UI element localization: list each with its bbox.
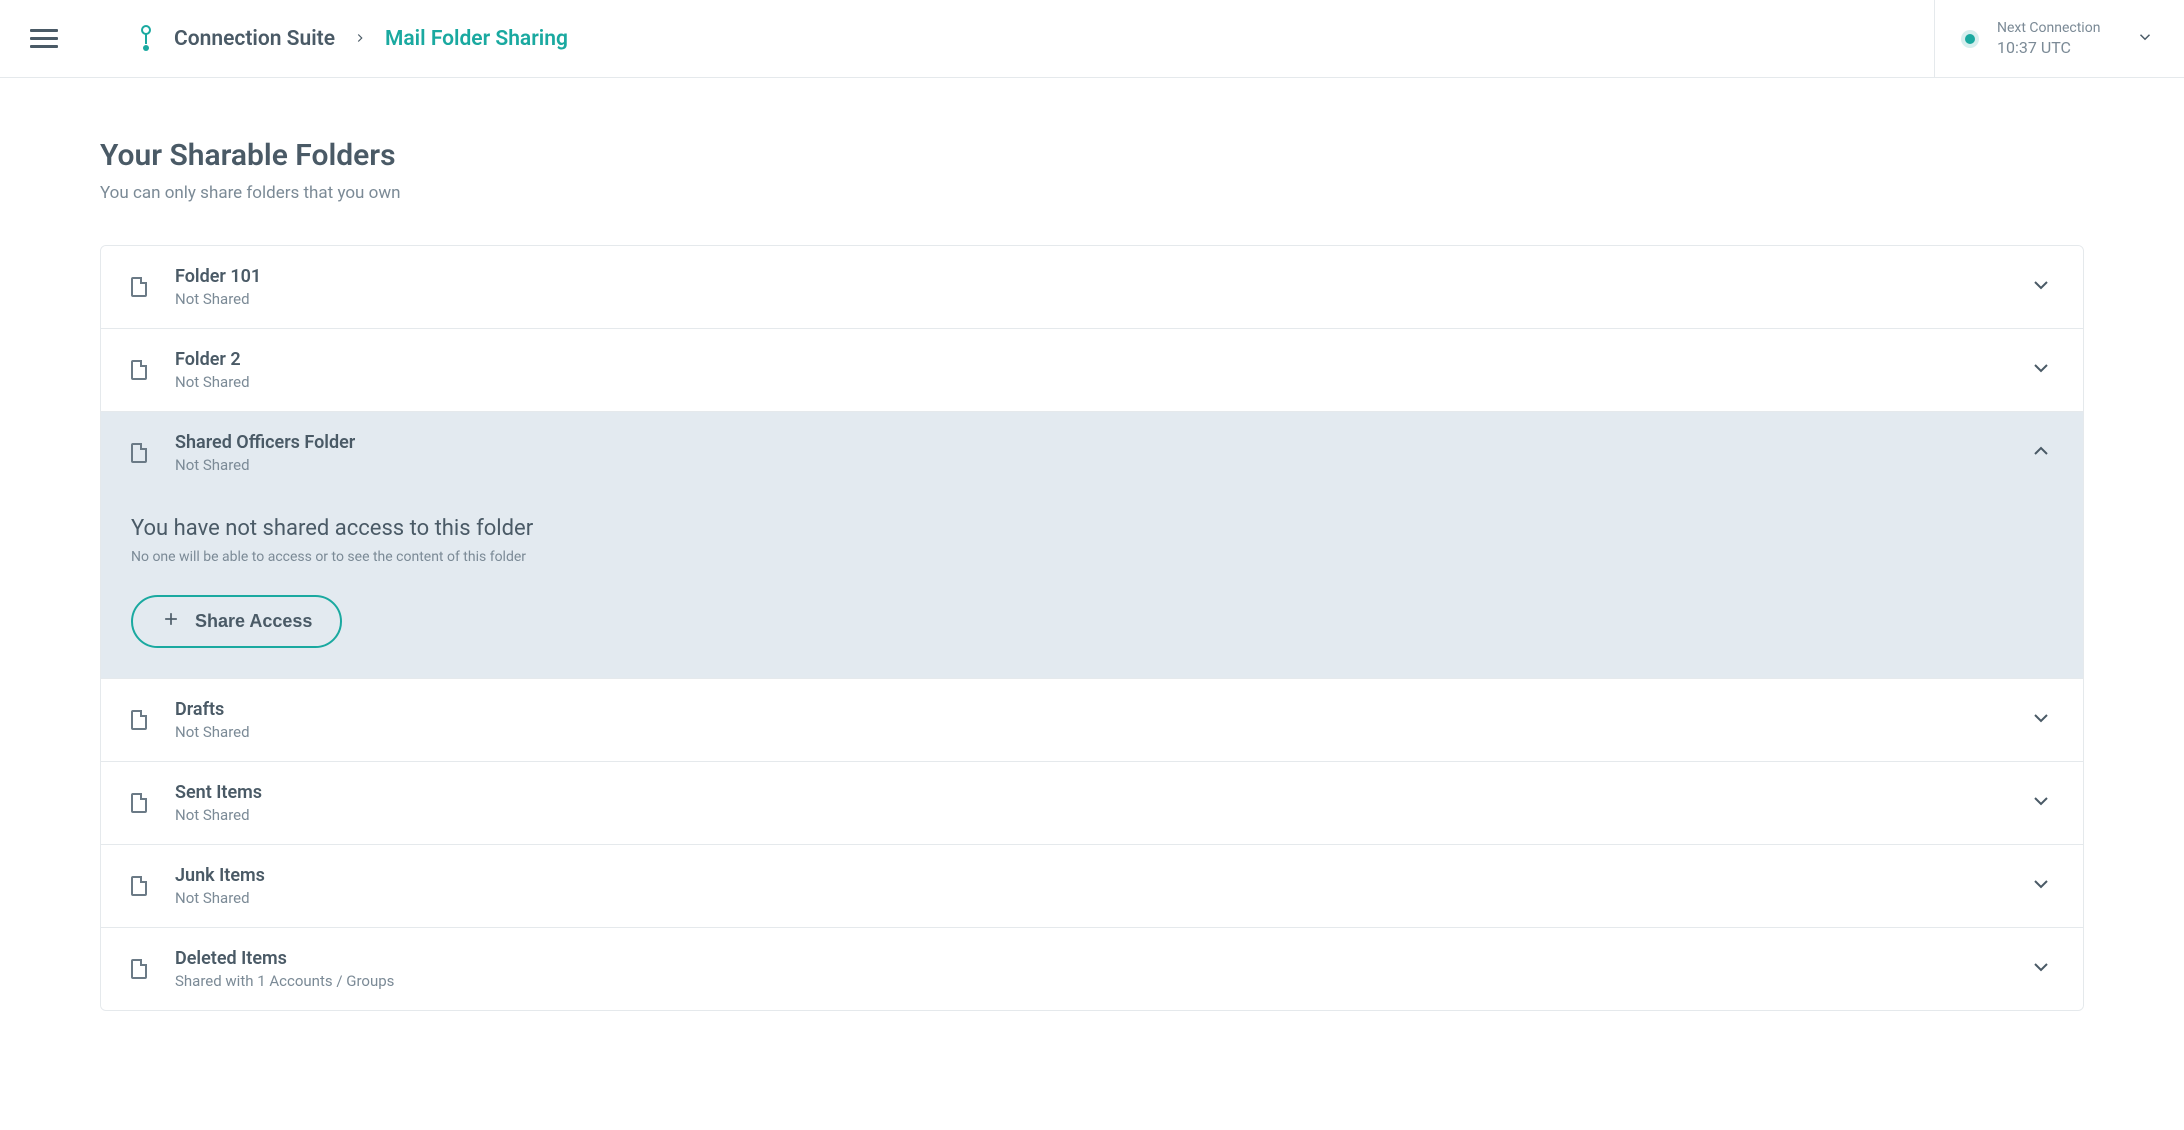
folder-name: Junk Items (175, 865, 265, 886)
chevron-down-icon (2029, 273, 2053, 301)
app-icon (136, 25, 156, 53)
folder-name: Drafts (175, 699, 250, 720)
folder-name: Folder 101 (175, 266, 261, 287)
connection-label: Next Connection (1997, 20, 2100, 36)
folder-row[interactable]: Sent Items Not Shared (101, 762, 2083, 845)
folder-row[interactable]: Drafts Not Shared (101, 679, 2083, 762)
breadcrumb: Connection Suite Mail Folder Sharing (136, 25, 568, 53)
chevron-down-icon (2029, 789, 2053, 817)
chevron-down-icon (2029, 706, 2053, 734)
folder-status: Not Shared (175, 456, 355, 474)
menu-button[interactable] (30, 21, 66, 57)
folder-name: Shared Officers Folder (175, 432, 355, 453)
folder-icon (131, 959, 147, 979)
folder-icon (131, 876, 147, 896)
folder-status: Not Shared (175, 889, 265, 907)
folder-status: Shared with 1 Accounts / Groups (175, 972, 394, 990)
folder-status: Not Shared (175, 290, 261, 308)
breadcrumb-current: Mail Folder Sharing (385, 27, 568, 51)
chevron-down-icon (2029, 356, 2053, 384)
folder-row-expanded[interactable]: Shared Officers Folder Not Shared (101, 412, 2083, 494)
folder-row[interactable]: Folder 101 Not Shared (101, 246, 2083, 329)
chevron-down-icon (2029, 955, 2053, 983)
connection-status-icon (1965, 34, 1975, 44)
connection-text: Next Connection 10:37 UTC (1997, 20, 2100, 57)
chevron-down-icon (2029, 872, 2053, 900)
chevron-down-icon (2136, 28, 2154, 50)
folder-icon (131, 277, 147, 297)
app-header: Connection Suite Mail Folder Sharing Nex… (0, 0, 2184, 78)
share-access-label: Share Access (195, 611, 312, 632)
folder-status: Not Shared (175, 373, 250, 391)
folder-name: Deleted Items (175, 948, 394, 969)
chevron-up-icon (2029, 439, 2053, 467)
folder-status: Not Shared (175, 723, 250, 741)
share-access-button[interactable]: Share Access (131, 595, 342, 648)
connection-time: 10:37 UTC (1997, 38, 2100, 57)
folder-icon (131, 360, 147, 380)
folder-name: Sent Items (175, 782, 262, 803)
main-content: Your Sharable Folders You can only share… (0, 78, 2184, 1051)
folder-expanded-panel: You have not shared access to this folde… (101, 494, 2083, 679)
breadcrumb-separator-icon (353, 27, 367, 51)
folder-row[interactable]: Junk Items Not Shared (101, 845, 2083, 928)
folder-status: Not Shared (175, 806, 262, 824)
folder-icon (131, 443, 147, 463)
folder-row[interactable]: Deleted Items Shared with 1 Accounts / G… (101, 928, 2083, 1010)
expanded-title: You have not shared access to this folde… (131, 516, 2053, 541)
plus-icon (161, 609, 181, 634)
connection-status-dropdown[interactable]: Next Connection 10:37 UTC (1934, 0, 2164, 77)
page-title: Your Sharable Folders (100, 138, 2084, 173)
folder-list: Folder 101 Not Shared Folder 2 Not Share… (100, 245, 2084, 1011)
breadcrumb-root[interactable]: Connection Suite (174, 27, 335, 51)
folder-name: Folder 2 (175, 349, 250, 370)
folder-icon (131, 710, 147, 730)
expanded-subtitle: No one will be able to access or to see … (131, 549, 2053, 565)
folder-row[interactable]: Folder 2 Not Shared (101, 329, 2083, 412)
folder-icon (131, 793, 147, 813)
page-subtitle: You can only share folders that you own (100, 183, 2084, 203)
